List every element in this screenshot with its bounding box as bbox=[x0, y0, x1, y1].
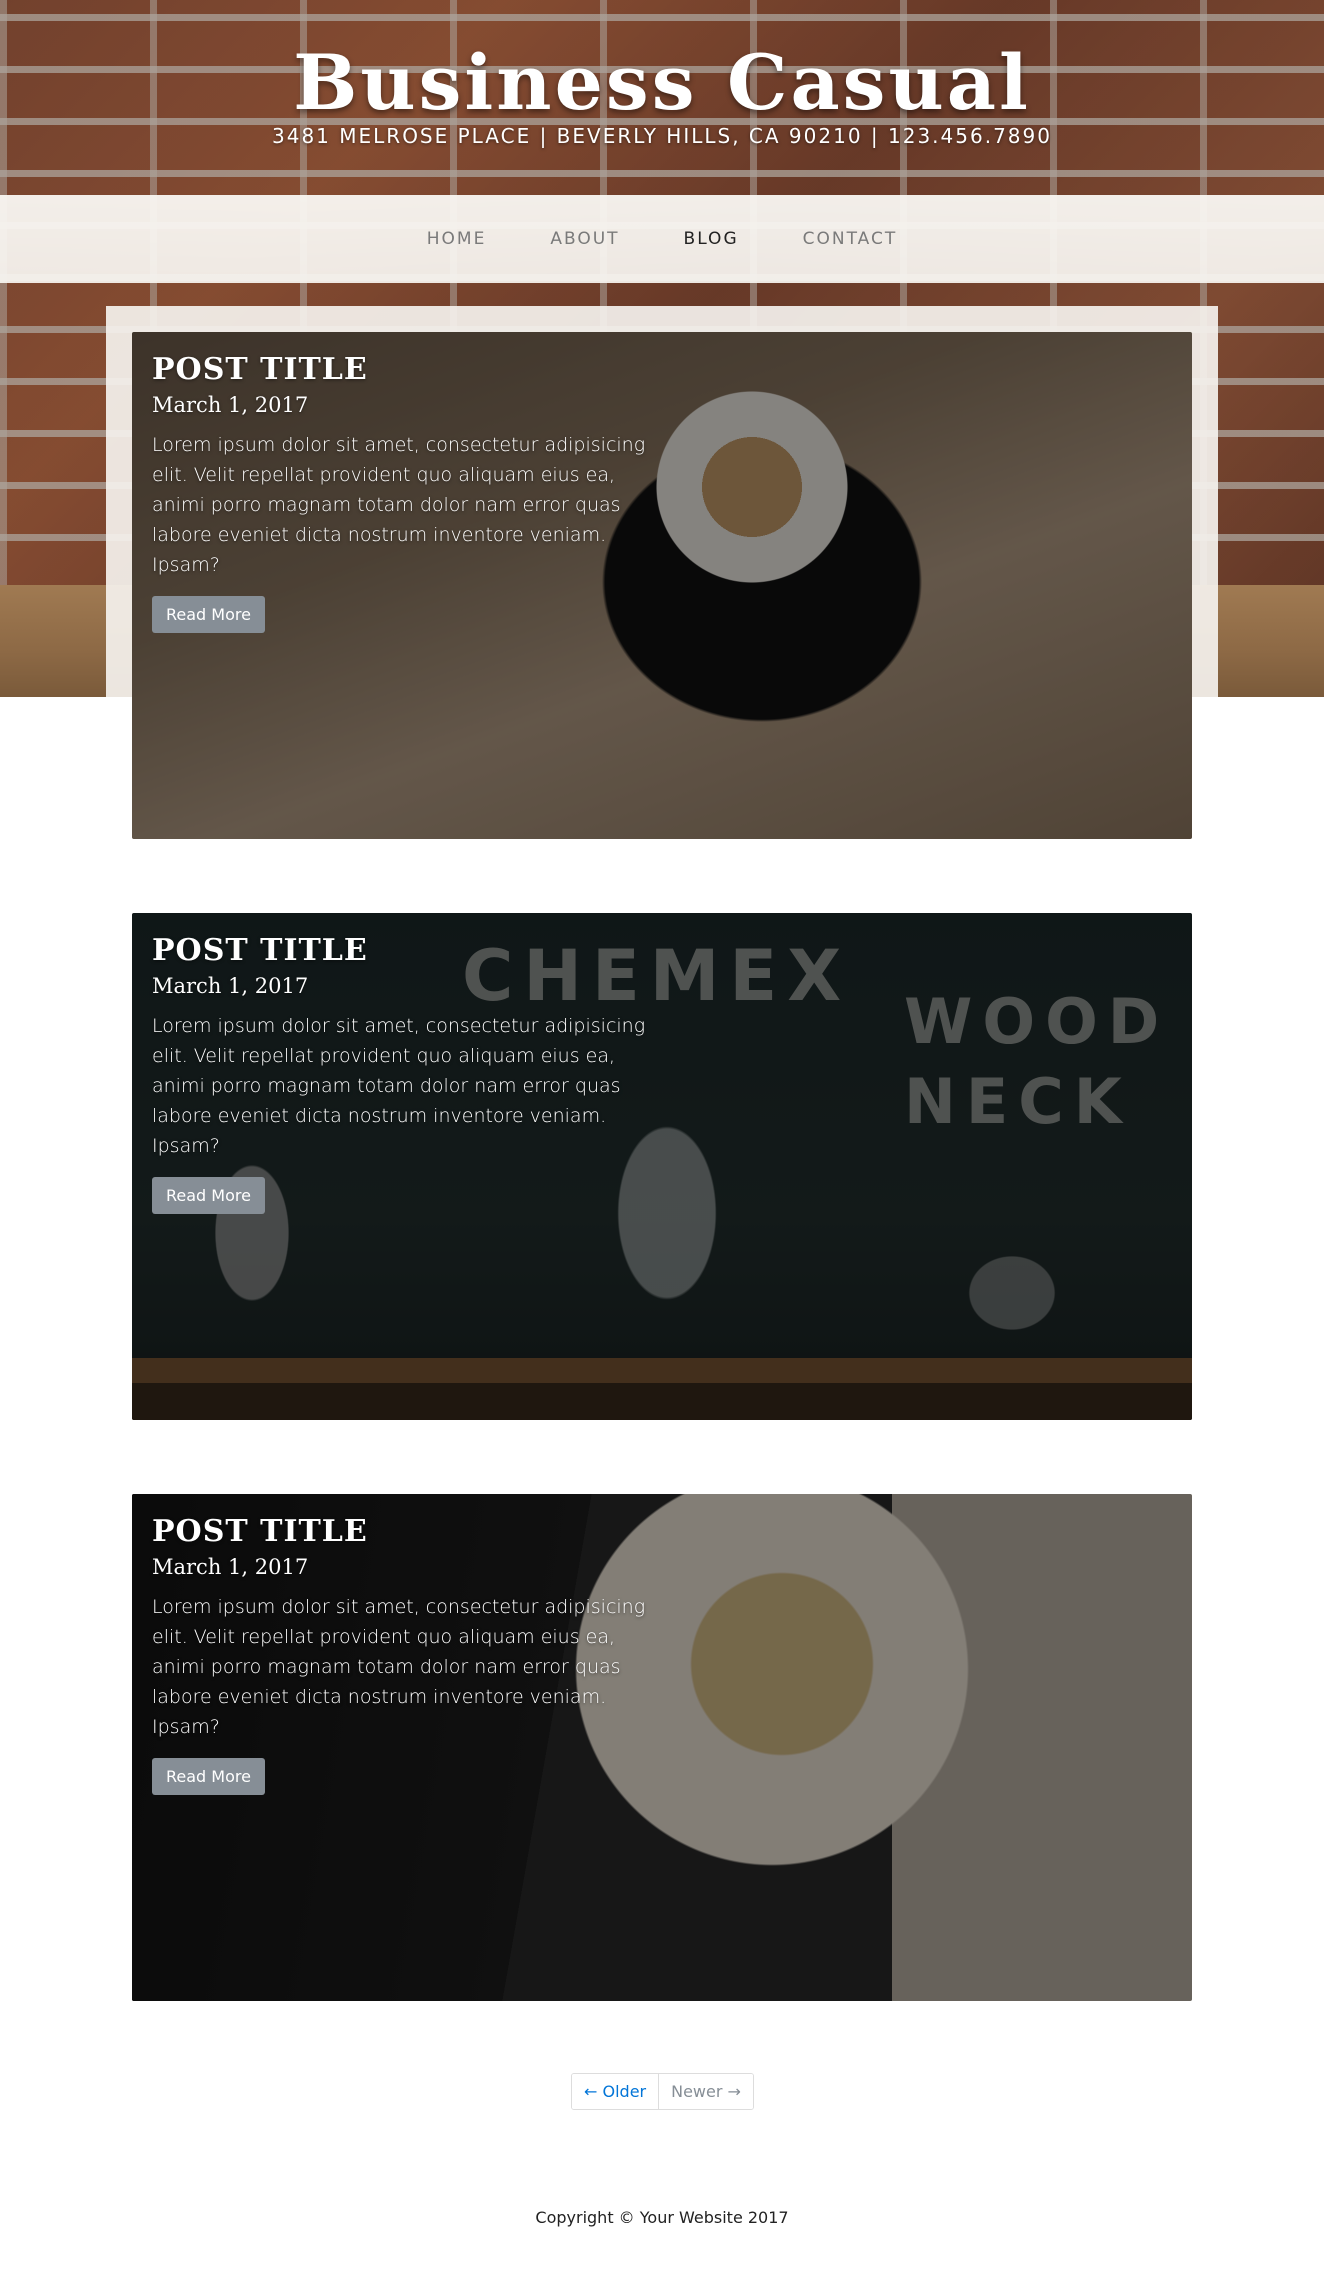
post-date: March 1, 2017 bbox=[152, 1555, 309, 1579]
site-title: Business Casual bbox=[293, 38, 1031, 127]
read-more-button[interactable]: Read More bbox=[152, 1758, 265, 1795]
read-more-button[interactable]: Read More bbox=[152, 1177, 265, 1214]
nav-home[interactable]: HOME bbox=[395, 229, 519, 249]
post-date: March 1, 2017 bbox=[152, 393, 309, 417]
nav-about[interactable]: ABOUT bbox=[518, 229, 651, 249]
main-navbar: HOME ABOUT BLOG CONTACT bbox=[0, 195, 1324, 283]
site-address: 3481 MELROSE PLACE | BEVERLY HILLS, CA 9… bbox=[272, 124, 1052, 148]
older-posts-link[interactable]: ← Older bbox=[572, 2074, 660, 2109]
nav-contact[interactable]: CONTACT bbox=[771, 229, 930, 249]
pagination: ← Older Newer → bbox=[571, 2073, 754, 2110]
post-title: POST TITLE bbox=[152, 1514, 368, 1549]
nav-blog[interactable]: BLOG bbox=[652, 229, 771, 249]
post-content: POST TITLE March 1, 2017 Lorem ipsum dol… bbox=[152, 931, 672, 1214]
post-content: POST TITLE March 1, 2017 Lorem ipsum dol… bbox=[152, 350, 672, 633]
newer-posts-link[interactable]: Newer → bbox=[659, 2074, 753, 2109]
footer-copyright: Copyright © Your Website 2017 bbox=[535, 2208, 789, 2227]
post-title: POST TITLE bbox=[152, 352, 368, 387]
read-more-button[interactable]: Read More bbox=[152, 596, 265, 633]
blog-post-2: CHEMEX WOOD NECK POST TITLE March 1, 201… bbox=[132, 913, 1192, 1420]
post-title: POST TITLE bbox=[152, 933, 368, 968]
blog-post-3: POST TITLE March 1, 2017 Lorem ipsum dol… bbox=[132, 1494, 1192, 2001]
post-excerpt: Lorem ipsum dolor sit amet, consectetur … bbox=[152, 1596, 646, 1738]
blog-post-1: POST TITLE March 1, 2017 Lorem ipsum dol… bbox=[132, 332, 1192, 839]
post-date: March 1, 2017 bbox=[152, 974, 309, 998]
post-content: POST TITLE March 1, 2017 Lorem ipsum dol… bbox=[152, 1512, 672, 1795]
post-excerpt: Lorem ipsum dolor sit amet, consectetur … bbox=[152, 1015, 646, 1157]
post-excerpt: Lorem ipsum dolor sit amet, consectetur … bbox=[152, 434, 646, 576]
